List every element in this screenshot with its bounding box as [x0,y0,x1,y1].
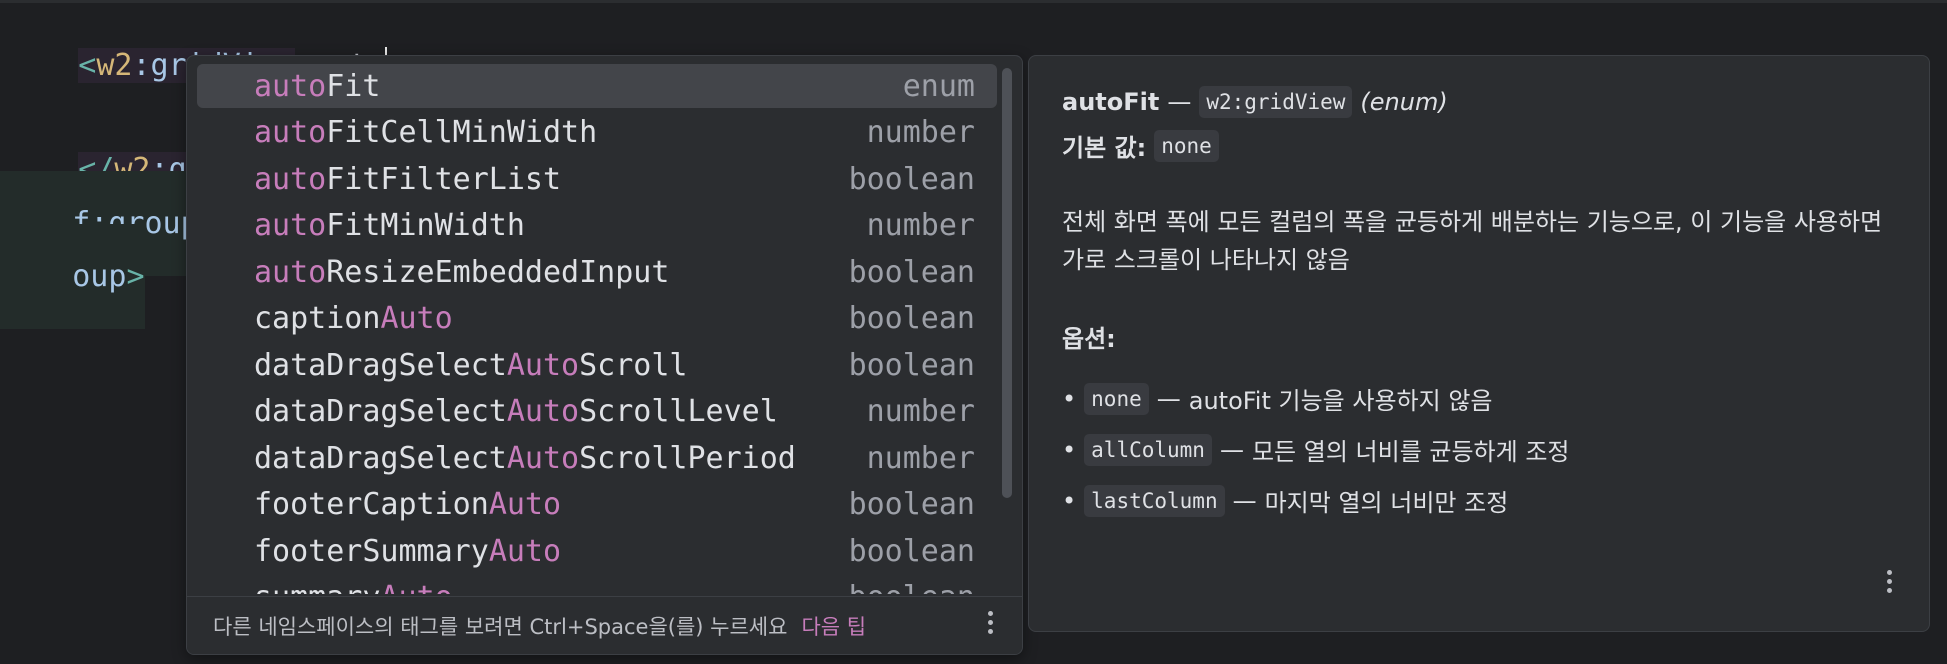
match-highlight: Auto [506,347,580,383]
completion-item-type: boolean [848,254,975,290]
bullet: • [1062,384,1077,413]
match-highlight: auto [254,208,327,243]
match-highlight: auto [254,254,327,290]
completion-item-type: number [866,115,975,150]
completion-item[interactable]: captionAuto boolean [197,297,997,341]
completion-item[interactable]: dataDragSelectAutoScrollPeriod number [197,436,997,480]
option-desc: 모든 열의 너비를 균등하게 조정 [1251,438,1570,466]
completion-item-name: autoFitMinWidth [254,208,525,243]
doc-default-label: 기본 값: [1062,134,1147,162]
completion-item-type: number [866,440,975,476]
option-value: none [1084,382,1149,415]
doc-vertical-ellipsis-icon[interactable] [1887,570,1893,596]
doc-dash: — [1167,88,1192,116]
next-tip-link[interactable]: 다음 팁 [787,611,866,641]
option-dash: — [1219,435,1244,464]
closing-group-bracket-2: > [126,259,145,294]
completion-item-type: boolean [848,347,975,383]
doc-kind: (enum) [1360,88,1448,116]
option-dash: — [1156,384,1181,413]
match-highlight: Auto [506,440,580,476]
completion-item-type: number [866,394,975,429]
completion-item-type: enum [902,68,975,104]
doc-option: • none — autoFit 기능을 사용하지 않음 [1062,381,1493,416]
match-highlight: auto [254,68,327,104]
completion-item-name: summaryAuto [197,580,453,594]
completion-item-name: autoFitCellMinWidth [254,115,598,150]
match-highlight: auto [254,161,327,197]
tag-colon: : [132,48,151,83]
completion-item-type: boolean [849,580,997,594]
completion-item[interactable]: autoResizeEmbeddedInput boolean [197,250,997,294]
completion-item[interactable]: autoFit enum [197,64,997,108]
match-highlight: auto [254,115,327,150]
completion-item-name: footerSummaryAuto [254,533,562,569]
completion-footer: 다른 네임스페이스의 태그를 보려면 Ctrl+Space을(를) 누르세요 다… [187,596,1022,654]
doc-default-row: 기본 값: none [1062,128,1219,163]
match-highlight: Auto [506,394,580,429]
footer-hint: 다른 네임스페이스의 태그를 보려면 Ctrl+Space을(를) 누르세요 [213,615,788,639]
completion-item[interactable]: autoFitFilterList boolean [197,157,997,201]
match-highlight: Auto [488,533,562,569]
doc-description: 전체 화면 폭에 모든 컬럼의 폭을 균등하게 배분하는 기능으로, 이 기능을… [1062,208,1883,274]
doc-attribute-name: autoFit [1062,88,1160,116]
bullet: • [1062,435,1077,464]
documentation-panel: autoFit — w2:gridView (enum) 기본 값: none … [1028,55,1930,632]
doc-header: autoFit — w2:gridView (enum) [1062,86,1448,118]
completion-item[interactable]: autoFitCellMinWidth number [197,111,997,155]
vertical-ellipsis-icon[interactable] [988,611,994,637]
completion-item-name: dataDragSelectAutoScroll [254,347,688,383]
option-dash: — [1232,486,1257,515]
completion-item-type: boolean [848,161,975,197]
completion-item[interactable]: autoFitMinWidth number [197,204,997,248]
completion-item[interactable]: dataDragSelectAutoScrollLevel number [197,390,997,434]
completion-item[interactable]: dataDragSelectAutoScroll boolean [197,343,997,387]
match-highlight: Auto [380,301,453,336]
option-value: allColumn [1084,433,1212,466]
completion-item-name: captionAuto [254,301,453,336]
completion-popup[interactable]: autoFit enum autoFitCellMinWidth number auto… [186,55,1023,655]
completion-item[interactable]: summaryAuto boolean [197,576,997,594]
doc-default-value: none [1154,129,1219,162]
completion-item[interactable]: footerSummaryAuto boolean [197,529,997,573]
match-highlight: Auto [380,580,452,594]
completion-item-type: boolean [848,533,975,569]
option-value: lastColumn [1084,484,1225,517]
completion-item-name: footerCaptionAuto [254,487,562,522]
completion-item-type: number [866,208,975,243]
match-highlight: Auto [488,487,562,522]
completion-item-name: autoResizeEmbeddedInput [254,254,670,290]
bullet: • [1062,486,1077,515]
code-line-4[interactable]: oup> [0,224,145,329]
completion-item-name: autoFitFilterList [254,161,562,197]
completion-scrollbar[interactable] [1002,68,1012,498]
option-desc: autoFit 기능을 사용하지 않음 [1188,387,1493,415]
completion-item[interactable]: footerCaptionAuto boolean [197,483,997,527]
completion-item-name: dataDragSelectAutoScrollLevel [254,394,778,429]
doc-options-label: 옵션: [1062,325,1116,353]
doc-tag-chip: w2:gridView [1199,86,1353,118]
closing-group-tag-2: oup [72,259,127,294]
doc-option: • lastColumn — 마지막 열의 너비만 조정 [1062,483,1508,518]
completion-item-name: dataDragSelectAutoScrollPeriod [254,440,796,476]
tag-open-bracket: < [78,48,97,83]
completion-item-type: boolean [848,487,975,522]
completion-item-type: boolean [848,301,975,336]
tag-namespace: w2 [96,48,133,83]
editor-top-border [0,0,1947,3]
completion-list[interactable]: autoFit enum autoFitCellMinWidth number auto… [187,64,997,594]
completion-item-name: autoFit [254,68,381,104]
doc-option: • allColumn — 모든 열의 너비를 균등하게 조정 [1062,432,1570,467]
option-desc: 마지막 열의 너비만 조정 [1264,489,1509,517]
